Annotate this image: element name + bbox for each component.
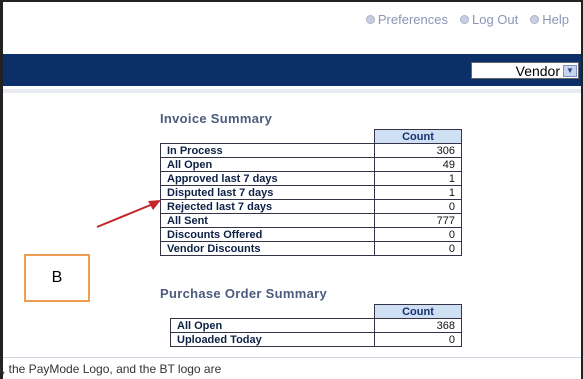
row-label[interactable]: Approved last 7 days (160, 171, 375, 186)
annotation-label: B (51, 269, 63, 286)
row-count: 0 (374, 227, 462, 242)
nav-subline (3, 89, 581, 93)
row-count: 777 (374, 213, 462, 228)
vendor-select-value: Vendor (515, 62, 560, 79)
preferences-link-label: Preferences (377, 12, 448, 27)
vendor-select[interactable]: Vendor ▼ (471, 62, 579, 79)
table-row[interactable]: All Open 49 (160, 157, 462, 172)
row-count: 368 (374, 318, 462, 333)
po-summary-table: Count All Open 368 Uploaded Today 0 (170, 304, 462, 347)
invoice-summary-title: Invoice Summary (160, 111, 273, 126)
footer-text: s, the PayMode Logo, and the BT logo are (0, 362, 222, 376)
help-link-label: Help (542, 12, 569, 27)
row-label[interactable]: All Open (170, 318, 375, 333)
header-links: Preferences Log Out Help (365, 12, 569, 27)
count-header: Count (374, 129, 462, 144)
table-row[interactable]: All Sent 777 (160, 213, 462, 228)
row-label[interactable]: Vendor Discounts (160, 241, 375, 256)
invoice-summary-table: Count In Process 306 All Open 49 Approve… (160, 129, 462, 256)
row-count: 49 (374, 157, 462, 172)
row-label[interactable]: In Process (160, 143, 375, 158)
table-row[interactable]: In Process 306 (160, 143, 462, 158)
row-label[interactable]: Disputed last 7 days (160, 185, 375, 200)
table-row[interactable]: Vendor Discounts 0 (160, 241, 462, 256)
table-row[interactable]: Rejected last 7 days 0 (160, 199, 462, 214)
bullet-icon (365, 15, 375, 24)
bullet-icon (459, 15, 469, 24)
preferences-link[interactable]: Preferences (365, 12, 448, 27)
logout-link-label: Log Out (471, 12, 519, 27)
row-count: 1 (374, 185, 462, 200)
row-count: 0 (374, 241, 462, 256)
logout-link[interactable]: Log Out (459, 12, 519, 27)
footer-divider (3, 357, 581, 358)
bullet-icon (530, 15, 540, 24)
table-row[interactable]: Uploaded Today 0 (170, 332, 462, 347)
row-count: 0 (374, 199, 462, 214)
row-count: 306 (374, 143, 462, 158)
row-label[interactable]: All Sent (160, 213, 375, 228)
table-row[interactable]: Disputed last 7 days 1 (160, 185, 462, 200)
row-label[interactable]: Rejected last 7 days (160, 199, 375, 214)
count-header: Count (374, 304, 462, 319)
arrow-shaft (96, 203, 154, 228)
table-row[interactable]: Discounts Offered 0 (160, 227, 462, 242)
help-link[interactable]: Help (530, 12, 569, 27)
po-summary-title: Purchase Order Summary (160, 286, 328, 301)
row-count: 0 (374, 332, 462, 347)
row-label[interactable]: Discounts Offered (160, 227, 375, 242)
row-label[interactable]: All Open (160, 157, 375, 172)
annotation-box: B (24, 254, 90, 302)
row-label[interactable]: Uploaded Today (170, 332, 375, 347)
table-row[interactable]: All Open 368 (170, 318, 462, 333)
row-count: 1 (374, 171, 462, 186)
chevron-down-icon[interactable]: ▼ (563, 64, 577, 77)
table-row[interactable]: Approved last 7 days 1 (160, 171, 462, 186)
arrow-icon (96, 200, 161, 228)
